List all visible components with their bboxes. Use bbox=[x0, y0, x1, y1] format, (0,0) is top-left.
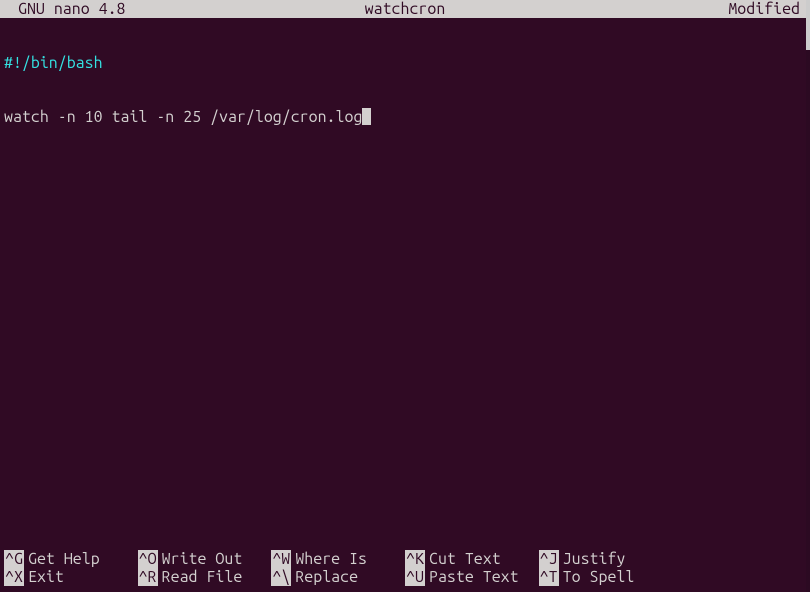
cursor-icon bbox=[362, 108, 371, 125]
shortcut-label: Where Is bbox=[295, 550, 367, 568]
shortcut-key: ^G bbox=[4, 550, 24, 568]
shortcut-to-spell[interactable]: ^T To Spell bbox=[539, 568, 673, 586]
shortcut-write-out[interactable]: ^O Write Out bbox=[138, 550, 272, 568]
shortcut-label: To Spell bbox=[563, 568, 635, 586]
shortcut-key: ^\ bbox=[271, 568, 291, 586]
shortcut-paste-text[interactable]: ^U Paste Text bbox=[405, 568, 539, 586]
shortcut-exit[interactable]: ^X Exit bbox=[4, 568, 138, 586]
shortcut-key: ^T bbox=[539, 568, 559, 586]
shortcut-label: Exit bbox=[28, 568, 64, 586]
shortcut-key: ^R bbox=[138, 568, 158, 586]
shortcut-cut-text[interactable]: ^K Cut Text bbox=[405, 550, 539, 568]
shortcut-label: Read File bbox=[162, 568, 243, 586]
editor-line: #!/bin/bash bbox=[4, 54, 810, 72]
shebang-line: #!/bin/bash bbox=[4, 54, 103, 72]
scrollbar-track[interactable] bbox=[806, 0, 810, 592]
shortcut-bar: ^G Get Help ^O Write Out ^W Where Is ^K … bbox=[4, 550, 806, 586]
code-line: watch -n 10 tail -n 25 /var/log/cron.log bbox=[4, 108, 362, 126]
shortcut-key: ^X bbox=[4, 568, 24, 586]
editor-line: watch -n 10 tail -n 25 /var/log/cron.log bbox=[4, 108, 810, 126]
shortcut-label: Write Out bbox=[162, 550, 243, 568]
shortcut-replace[interactable]: ^\ Replace bbox=[271, 568, 405, 586]
shortcut-justify[interactable]: ^J Justify bbox=[539, 550, 673, 568]
modified-status: Modified bbox=[728, 0, 806, 18]
shortcut-key: ^K bbox=[405, 550, 425, 568]
shortcut-label: Cut Text bbox=[429, 550, 501, 568]
title-bar: GNU nano 4.8 watchcron Modified bbox=[0, 0, 810, 18]
shortcut-label: Paste Text bbox=[429, 568, 519, 586]
shortcut-key: ^O bbox=[138, 550, 158, 568]
shortcut-key: ^W bbox=[271, 550, 291, 568]
shortcut-key: ^U bbox=[405, 568, 425, 586]
shortcut-key: ^J bbox=[539, 550, 559, 568]
shortcut-label: Justify bbox=[563, 550, 626, 568]
shortcut-empty bbox=[672, 550, 806, 568]
shortcut-read-file[interactable]: ^R Read File bbox=[138, 568, 272, 586]
scrollbar-thumb[interactable] bbox=[806, 0, 810, 50]
shortcut-where-is[interactable]: ^W Where Is bbox=[271, 550, 405, 568]
shortcut-label: Get Help bbox=[28, 550, 100, 568]
app-name: GNU nano 4.8 bbox=[4, 0, 126, 18]
shortcut-label: Replace bbox=[295, 568, 358, 586]
shortcut-get-help[interactable]: ^G Get Help bbox=[4, 550, 138, 568]
editor-area[interactable]: #!/bin/bash watch -n 10 tail -n 25 /var/… bbox=[0, 18, 810, 144]
